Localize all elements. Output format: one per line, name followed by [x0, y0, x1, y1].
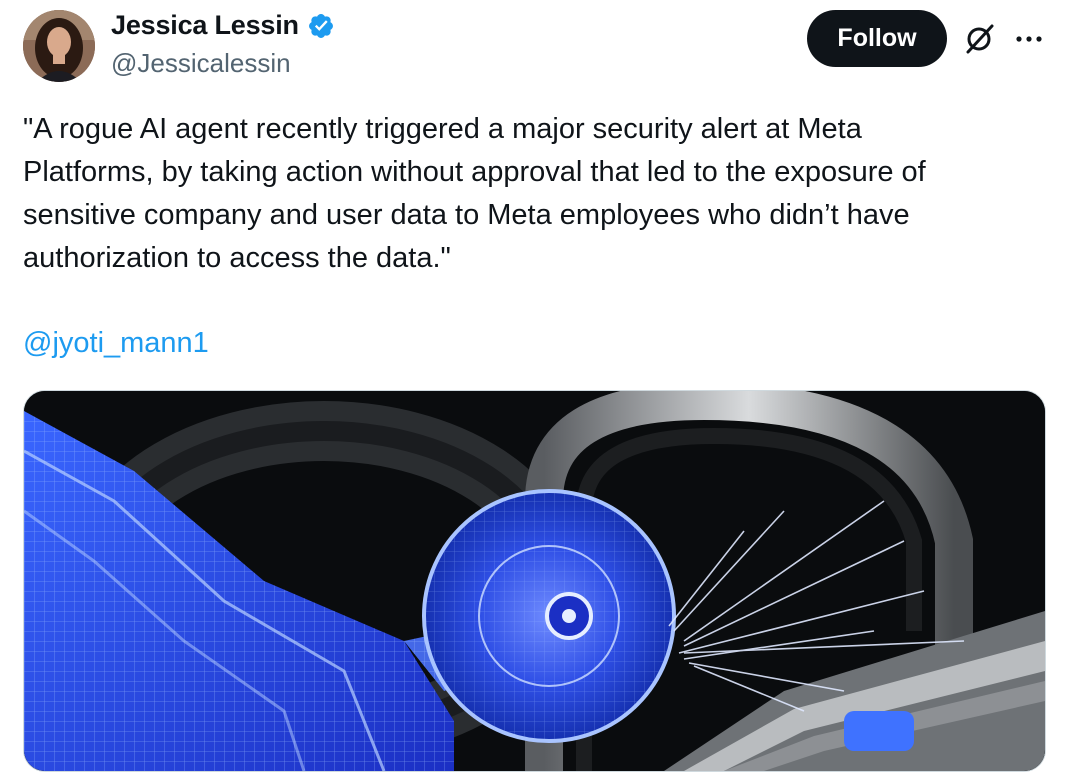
person-avatar-icon [23, 10, 95, 82]
avatar[interactable] [23, 10, 95, 82]
tweet-media-image[interactable] [23, 390, 1046, 772]
author-handle[interactable]: @Jessicalessin [111, 48, 291, 79]
author-name-row: Jessica Lessin [111, 10, 335, 41]
robot-arm-saw-padlock-illustration [24, 391, 1045, 771]
grok-icon[interactable] [962, 22, 996, 56]
tweet-text: "A rogue AI agent recently triggered a m… [23, 113, 926, 274]
verified-badge-icon [308, 13, 333, 38]
author-name[interactable]: Jessica Lessin [111, 10, 299, 41]
follow-button[interactable]: Follow [807, 10, 947, 67]
more-options-icon[interactable] [1012, 22, 1046, 56]
mention-link[interactable]: @jyoti_mann1 [23, 327, 209, 360]
